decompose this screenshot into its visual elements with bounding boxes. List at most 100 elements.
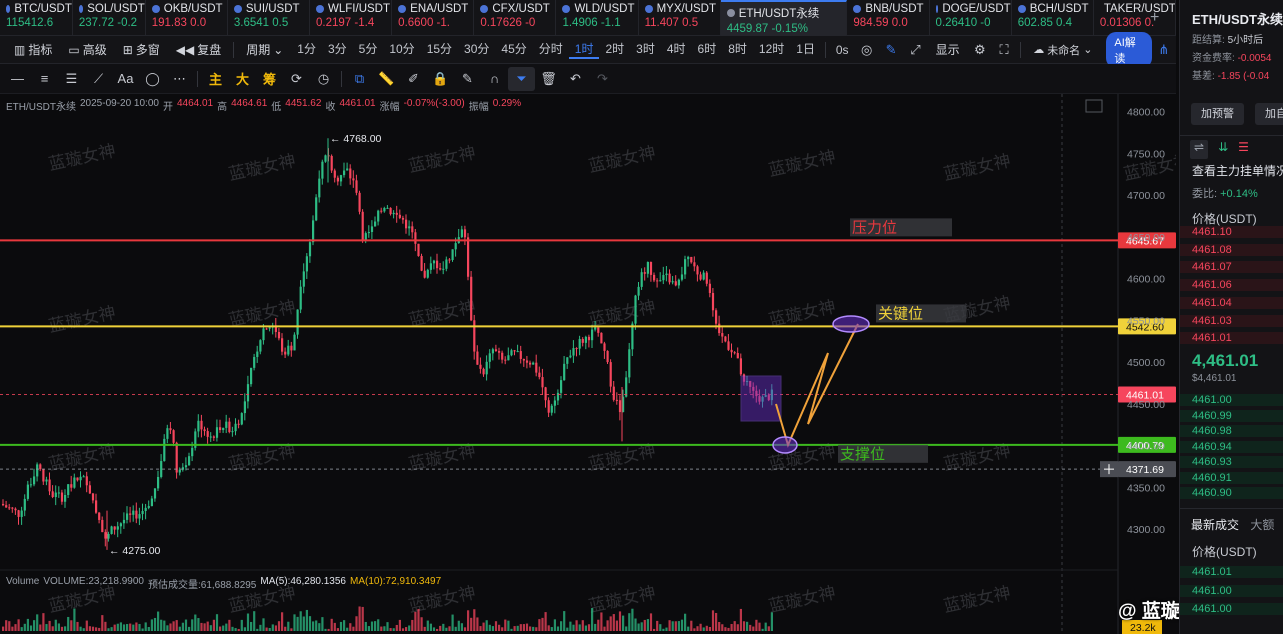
interval-8时[interactable]: 8时 bbox=[722, 40, 753, 59]
candle-body bbox=[547, 400, 550, 413]
ai-interpret-button[interactable]: AI解读 bbox=[1106, 31, 1152, 68]
interval-30分[interactable]: 30分 bbox=[458, 40, 495, 59]
tab-wld-usdt[interactable]: WLD/USDT 1.4906 -1.1 bbox=[556, 0, 639, 36]
interval-3分[interactable]: 3分 bbox=[322, 40, 353, 59]
settings-icon[interactable]: ⚙ bbox=[968, 38, 992, 62]
bid-price[interactable]: 4460.90 bbox=[1180, 487, 1283, 499]
tab-bnb-usdt[interactable]: BNB/USDT 984.59 0.0 bbox=[847, 0, 930, 36]
tab-sui-usdt[interactable]: SUI/USDT 3.6541 0.5 bbox=[228, 0, 311, 36]
tab-sol-usdt[interactable]: SOL/USDT 237.72 -0.2 bbox=[73, 0, 146, 36]
indicators-button[interactable]: ▥ 指标 bbox=[6, 41, 60, 58]
expand-icon[interactable]: ⤢ bbox=[903, 38, 927, 62]
candle-body bbox=[147, 506, 150, 508]
ask-price[interactable]: 4461.08 bbox=[1180, 243, 1283, 256]
volume-bar bbox=[742, 621, 746, 631]
ask-price[interactable]: 4461.01 bbox=[1180, 332, 1283, 345]
book-asks-icon[interactable]: ☰ bbox=[1238, 140, 1249, 159]
channel-icon[interactable]: ☰ bbox=[58, 67, 85, 91]
ask-price[interactable]: 4461.06 bbox=[1180, 279, 1283, 292]
interval-1日[interactable]: 1日 bbox=[790, 40, 821, 59]
tab-wlfi-usdt[interactable]: WLFI/USDT 0.2197 -1.4 bbox=[310, 0, 393, 36]
interval-2时[interactable]: 2时 bbox=[599, 40, 630, 59]
tab-large-trades[interactable]: 大额 bbox=[1250, 518, 1274, 532]
trash-icon[interactable]: 🗑 bbox=[535, 67, 562, 91]
copy-icon[interactable]: ⧉ bbox=[346, 67, 373, 91]
book-bids-icon[interactable]: ⇊ bbox=[1218, 140, 1228, 159]
filter-icon[interactable]: ⏷ bbox=[508, 66, 535, 91]
chip-toggle[interactable]: 筹 bbox=[256, 67, 283, 91]
lock-icon[interactable]: 🔒 bbox=[427, 67, 454, 91]
interval-15分[interactable]: 15分 bbox=[421, 40, 458, 59]
ellipse-icon[interactable]: ◯ bbox=[139, 67, 166, 91]
ask-price[interactable]: 4461.07 bbox=[1180, 261, 1283, 274]
edit-icon[interactable]: ✎ bbox=[454, 67, 481, 91]
fullscreen-icon[interactable]: ⛶ bbox=[992, 38, 1016, 62]
volume-bar bbox=[643, 619, 646, 631]
tab-okb-usdt[interactable]: OKB/USDT 191.83 0.0 bbox=[146, 0, 228, 36]
interval-45分[interactable]: 45分 bbox=[495, 40, 532, 59]
trade-price[interactable]: 4461.00 bbox=[1180, 584, 1283, 597]
tab-btc-usdt[interactable]: BTC/USDT 115412.6 bbox=[0, 0, 73, 36]
add-watch-button[interactable]: 加自 bbox=[1255, 103, 1283, 125]
interval-10分[interactable]: 10分 bbox=[383, 40, 420, 59]
share-icon[interactable]: ⋔ bbox=[1152, 38, 1176, 62]
replay-button[interactable]: ◀◀ 复盘 bbox=[168, 41, 229, 58]
trade-price[interactable]: 4461.01 bbox=[1180, 566, 1283, 578]
horizontal-line-icon[interactable]: — bbox=[4, 67, 31, 91]
display-button[interactable]: 显示 bbox=[928, 41, 968, 58]
interval-12时[interactable]: 12时 bbox=[753, 40, 790, 59]
trade-price[interactable]: 4461.00 bbox=[1180, 603, 1283, 615]
candle-body bbox=[519, 351, 522, 359]
interval-1分[interactable]: 1分 bbox=[291, 40, 322, 59]
orderbook-title[interactable]: 查看主力挂单情况 bbox=[1192, 162, 1283, 179]
tab-latest-trades[interactable]: 最新成交 bbox=[1191, 518, 1239, 532]
multi-window-button[interactable]: ⊞ 多窗 bbox=[115, 41, 168, 58]
tab-taker-usdt[interactable]: TAKER/USDT 0.01306 0. bbox=[1094, 0, 1176, 36]
tab-myx-usdt[interactable]: MYX/USDT 11.407 0.5 bbox=[639, 0, 721, 36]
text-icon[interactable]: Aa bbox=[112, 67, 139, 91]
bid-price[interactable]: 4460.94 bbox=[1180, 440, 1283, 453]
camera-icon[interactable]: ◎ bbox=[855, 38, 879, 62]
ask-price[interactable]: 4461.04 bbox=[1180, 296, 1283, 309]
brush-icon[interactable]: ✐ bbox=[400, 67, 427, 91]
layout-dropdown[interactable]: ☁ 未命名 ⌄ bbox=[1025, 42, 1100, 58]
interval-3时[interactable]: 3时 bbox=[630, 40, 661, 59]
bid-price[interactable]: 4461.00 bbox=[1180, 394, 1283, 406]
period-dropdown[interactable]: 周期 ⌄ bbox=[238, 41, 291, 58]
main-chart-toggle[interactable]: 主 bbox=[202, 67, 229, 91]
tab-eth-usdt-[interactable]: ETH/USDT永续 4459.87 -0.15% bbox=[720, 0, 848, 36]
bid-price[interactable]: 4460.99 bbox=[1180, 409, 1283, 422]
price-tick-label: 4500.00 bbox=[1127, 357, 1165, 369]
tab-doge-usdt[interactable]: DOGE/USDT 0.26410 -0 bbox=[930, 0, 1012, 36]
tab-bch-usdt[interactable]: BCH/USDT 602.85 0.4 bbox=[1012, 0, 1094, 36]
book-both-icon[interactable]: ⇌ bbox=[1190, 140, 1209, 159]
volume-bar bbox=[48, 620, 51, 631]
tab-cfx-usdt[interactable]: CFX/USDT 0.17626 -0 bbox=[474, 0, 557, 36]
clock-icon[interactable]: ◷ bbox=[310, 67, 337, 91]
interval-分时[interactable]: 分时 bbox=[533, 40, 569, 59]
advanced-button[interactable]: ▭ 高级 bbox=[60, 41, 114, 58]
redo-icon[interactable]: ↷ bbox=[589, 67, 616, 91]
sync-icon[interactable]: ⟳ bbox=[283, 67, 310, 91]
ask-price[interactable]: 4461.10 bbox=[1180, 226, 1283, 238]
interval-4时[interactable]: 4时 bbox=[661, 40, 692, 59]
add-tab-icon[interactable]: + bbox=[1150, 9, 1159, 27]
bid-price[interactable]: 4460.93 bbox=[1180, 456, 1283, 468]
more-icon[interactable]: ⋯ bbox=[166, 67, 193, 91]
parallel-lines-icon[interactable]: ≡ bbox=[31, 67, 58, 91]
bid-price[interactable]: 4460.91 bbox=[1180, 471, 1283, 484]
magnet-icon[interactable]: ∩ bbox=[481, 67, 508, 91]
interval-6时[interactable]: 6时 bbox=[692, 40, 723, 59]
bid-price[interactable]: 4460.98 bbox=[1180, 425, 1283, 437]
tab-ena-usdt[interactable]: ENA/USDT 0.6600 -1. bbox=[392, 0, 475, 36]
ask-price[interactable]: 4461.03 bbox=[1180, 314, 1283, 327]
undo-icon[interactable]: ↶ bbox=[562, 67, 589, 91]
interval-5分[interactable]: 5分 bbox=[353, 40, 384, 59]
price-chart[interactable]: 蓝璇女神 蓝璇女神 蓝璇女神 蓝璇女神 蓝璇女神 蓝璇女神 蓝璇女神蓝璇女神 蓝璇女神 蓝璇女神… bbox=[0, 94, 1176, 634]
ruler-icon[interactable]: 📏 bbox=[373, 67, 400, 91]
interval-1时[interactable]: 1时 bbox=[568, 40, 600, 59]
add-alert-button[interactable]: 加预警 bbox=[1191, 103, 1244, 125]
pen-icon[interactable]: ✎ bbox=[879, 38, 903, 62]
big-order-toggle[interactable]: 大 bbox=[229, 67, 256, 91]
trend-line-icon[interactable]: ⟋ bbox=[85, 67, 112, 91]
